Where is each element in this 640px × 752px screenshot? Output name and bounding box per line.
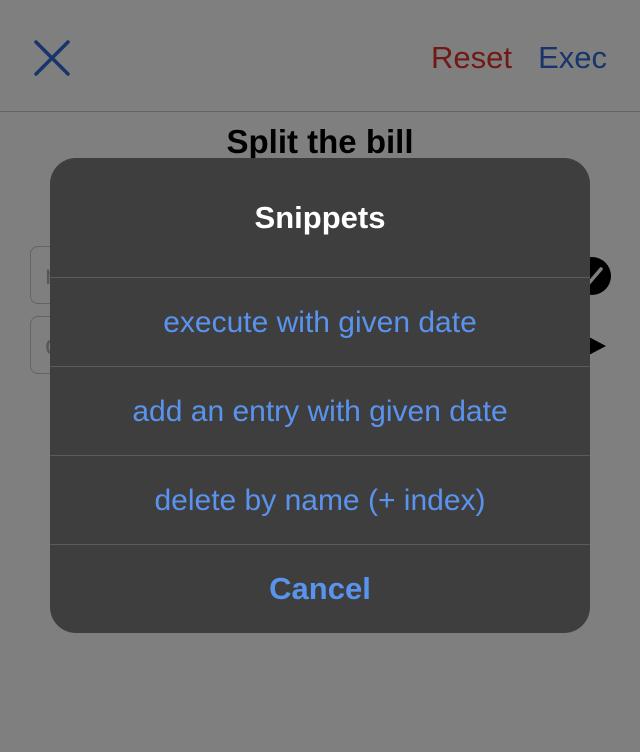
- action-execute-with-given-date[interactable]: execute with given date: [50, 278, 590, 367]
- action-add-entry-with-given-date[interactable]: add an entry with given date: [50, 367, 590, 456]
- action-delete-by-name[interactable]: delete by name (+ index): [50, 456, 590, 545]
- screen: Reset Exec Split the bill n c Snippets e…: [0, 0, 640, 752]
- snippets-action-sheet: Snippets execute with given date add an …: [50, 158, 590, 633]
- action-sheet-title: Snippets: [50, 158, 590, 278]
- cancel-button[interactable]: Cancel: [50, 545, 590, 633]
